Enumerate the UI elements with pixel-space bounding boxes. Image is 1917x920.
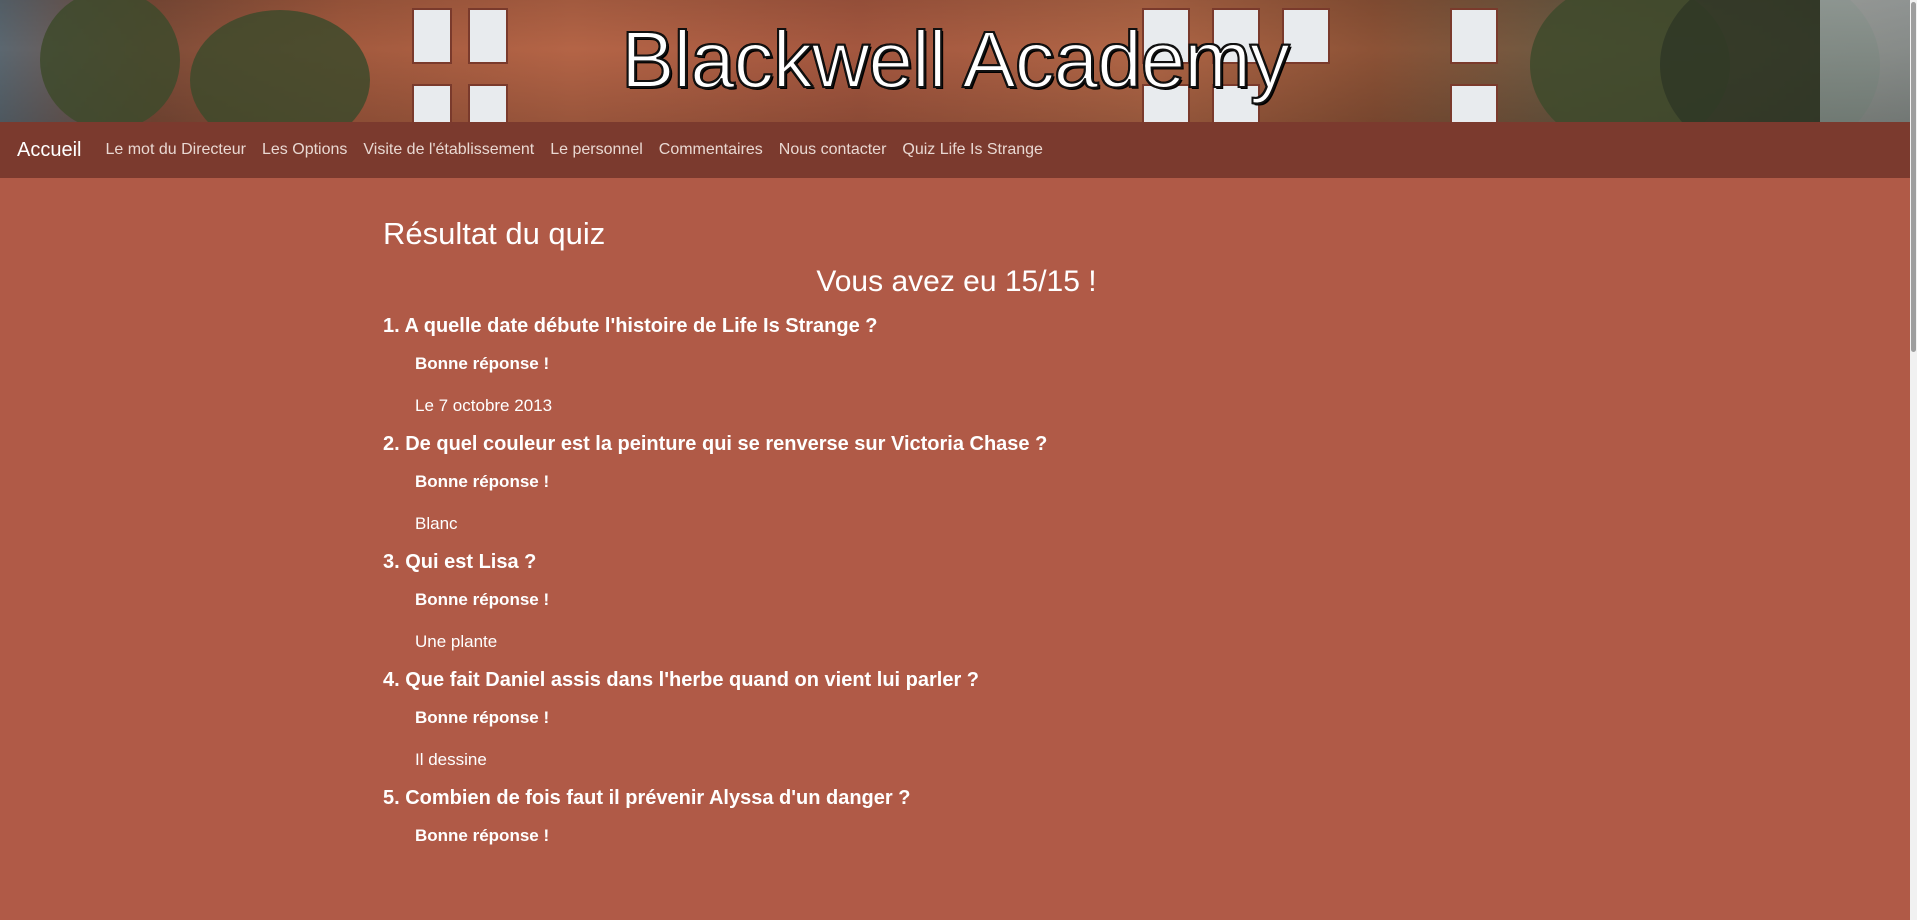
result-answer: Blanc xyxy=(415,514,458,533)
result-verdict: Bonne réponse ! xyxy=(415,826,550,845)
nav-link-comments[interactable]: Commentaires xyxy=(659,141,763,159)
result-answer: Une plante xyxy=(415,632,498,651)
site-title: Blackwell Academy xyxy=(620,14,1291,105)
result-verdict: Bonne réponse ! xyxy=(415,354,550,373)
nav-link-staff[interactable]: Le personnel xyxy=(550,141,643,159)
browser-viewport: Blackwell Academy Accueil Le mot du Dire… xyxy=(0,0,1917,920)
result-question: 2. De quel couleur est la peinture qui s… xyxy=(383,433,1048,455)
result-question: 5. Combien de fois faut il prévenir Alys… xyxy=(383,787,911,809)
result-answer: Le 7 octobre 2013 xyxy=(415,396,553,415)
site-banner: Blackwell Academy xyxy=(0,0,1910,122)
page-title: Résultat du quiz xyxy=(383,216,606,251)
nav-link-options[interactable]: Les Options xyxy=(262,141,347,159)
main-navbar: Accueil Le mot du Directeur Les Options … xyxy=(0,122,1910,178)
result-item: 4. Que fait Daniel assis dans l'herbe qu… xyxy=(383,664,1530,772)
result-question: 3. Qui est Lisa ? xyxy=(383,551,537,573)
nav-link-contact[interactable]: Nous contacter xyxy=(779,141,887,159)
nav-link-quiz[interactable]: Quiz Life Is Strange xyxy=(902,141,1043,159)
result-item: 5. Combien de fois faut il prévenir Alys… xyxy=(383,782,1530,848)
nav-link-director[interactable]: Le mot du Directeur xyxy=(105,141,246,159)
result-item: 1. A quelle date débute l'histoire de Li… xyxy=(383,310,1530,418)
quiz-results: Résultat du quiz Vous avez eu 15/15 ! 1.… xyxy=(383,178,1530,866)
nav-link-visit[interactable]: Visite de l'établissement xyxy=(363,141,534,159)
result-item: 3. Qui est Lisa ? Bonne réponse ! Une pl… xyxy=(383,546,1530,654)
result-verdict: Bonne réponse ! xyxy=(415,472,550,491)
scrollbar-thumb[interactable] xyxy=(1911,2,1916,352)
result-answer: Il dessine xyxy=(415,750,487,769)
result-question: 1. A quelle date débute l'histoire de Li… xyxy=(383,315,878,337)
nav-home-link[interactable]: Accueil xyxy=(17,139,81,162)
result-question: 4. Que fait Daniel assis dans l'herbe qu… xyxy=(383,669,980,691)
result-item: 2. De quel couleur est la peinture qui s… xyxy=(383,428,1530,536)
quiz-score: Vous avez eu 15/15 ! xyxy=(816,265,1097,298)
vertical-scrollbar[interactable] xyxy=(1910,0,1917,920)
result-verdict: Bonne réponse ! xyxy=(415,708,550,727)
result-verdict: Bonne réponse ! xyxy=(415,590,550,609)
